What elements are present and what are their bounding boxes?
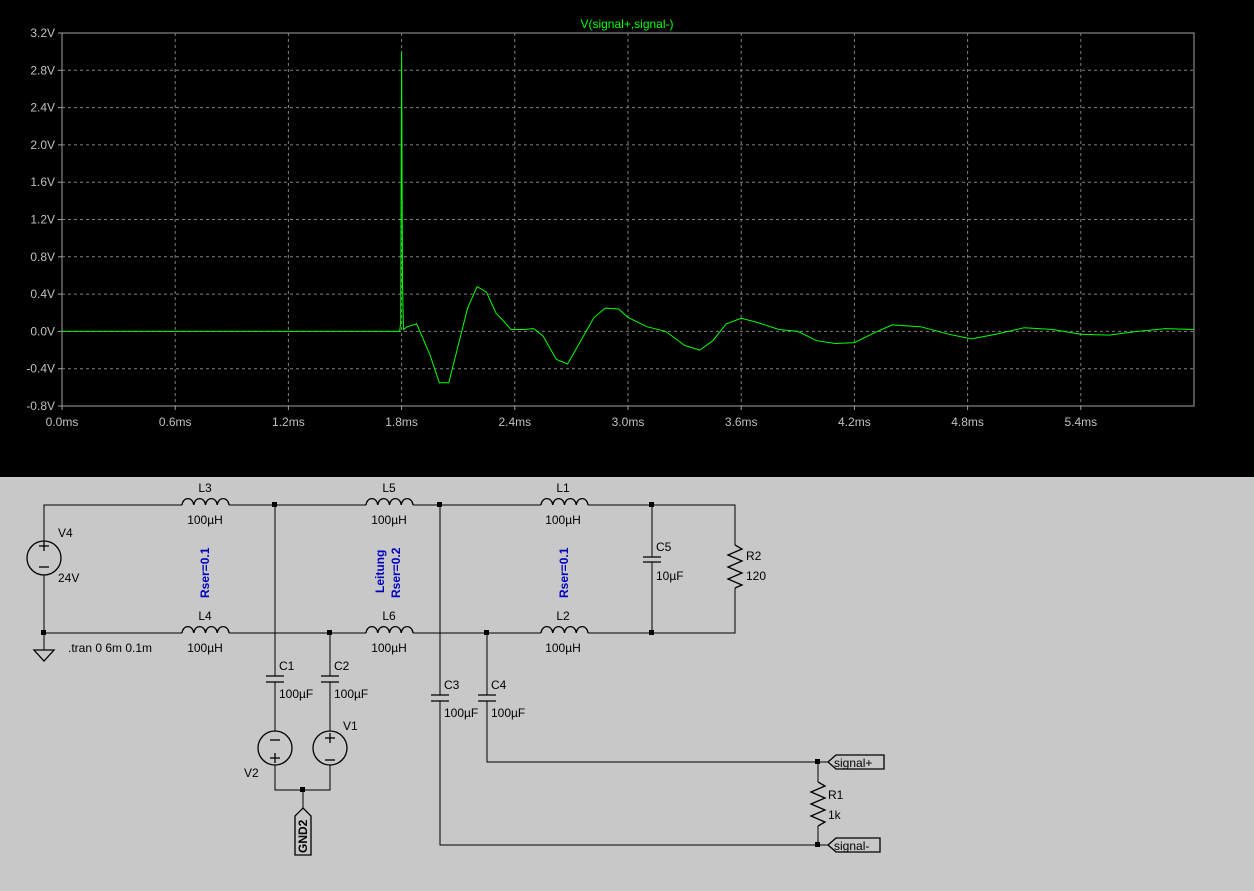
trace-title[interactable]: V(signal+,signal-) (580, 17, 673, 31)
y-tick-label: 0.4V (30, 287, 55, 301)
label-C4: C4 (491, 678, 507, 692)
ground-symbol[interactable] (32, 649, 56, 662)
value-C4: 100µF (491, 706, 525, 720)
voltage-source-V1[interactable]: V1 (312, 719, 358, 766)
label-L4: L4 (198, 609, 212, 623)
y-tick-label: 2.8V (30, 63, 55, 77)
label-L6: L6 (382, 609, 396, 623)
inductor-L5[interactable]: L5 100µH (365, 481, 414, 527)
value-L5: 100µH (371, 513, 407, 527)
label-C3: C3 (444, 678, 460, 692)
inductor-L3[interactable]: L3 100µH (181, 481, 230, 527)
x-tick-label: 3.6ms (725, 415, 758, 429)
value-R1: 1k (828, 808, 842, 822)
y-tick-label: 0.8V (30, 250, 55, 264)
net-label-signal-minus[interactable]: signal- (827, 837, 881, 853)
signal-minus-text: signal- (834, 839, 869, 853)
capacitor-C3[interactable]: C3 100µF (431, 678, 478, 720)
gnd2-text: GND2 (296, 819, 310, 853)
inductor-L6[interactable]: L6 100µH (365, 609, 414, 655)
resistor-R1[interactable]: R1 1k (809, 781, 844, 827)
junctions (41, 502, 820, 847)
leitung-annotation[interactable]: Leitung (373, 550, 387, 593)
x-tick-label: 4.2ms (838, 415, 871, 429)
label-R1: R1 (828, 788, 844, 802)
label-L1: L1 (556, 481, 570, 495)
x-tick-label: 3.0ms (612, 415, 645, 429)
x-tick-label: 1.8ms (385, 415, 418, 429)
capacitor-C5[interactable]: C5 10µF (643, 540, 684, 583)
label-V1: V1 (343, 719, 358, 733)
label-C5: C5 (656, 540, 672, 554)
value-L3: 100µH (187, 513, 223, 527)
value-L1: 100µH (545, 513, 581, 527)
label-L2: L2 (556, 609, 570, 623)
label-R2: R2 (746, 549, 762, 563)
schematic-editor[interactable]: L3 100µH L5 100µH L1 100µH L4 100µH L6 1… (0, 477, 1254, 891)
x-tick-label: 0.0ms (46, 415, 79, 429)
label-C1: C1 (279, 659, 295, 673)
y-tick-label: 3.2V (30, 26, 55, 40)
rser-annotation-1[interactable]: Rser=0.1 (198, 547, 212, 598)
resistor-R2[interactable]: R2 120 (726, 544, 766, 589)
grid (62, 33, 1194, 406)
y-tick-label: 0.0V (30, 324, 55, 338)
label-L3: L3 (198, 481, 212, 495)
tran-directive[interactable]: .tran 0 6m 0.1m (68, 641, 152, 655)
y-tick-label: 2.0V (30, 138, 55, 152)
rser-annotation-2[interactable]: Rser=0.2 (389, 547, 403, 598)
value-C1: 100µF (279, 687, 313, 701)
net-label-gnd2[interactable]: GND2 (294, 807, 312, 856)
value-V4: 24V (58, 571, 79, 585)
value-L6: 100µH (371, 641, 407, 655)
x-tick-label: 2.4ms (498, 415, 531, 429)
y-tick-label: -0.8V (26, 399, 55, 413)
x-axis-ticks: 0.0ms 0.6ms 1.2ms 1.8ms 2.4ms 3.0ms 3.6ms 4.2ms… (46, 406, 1097, 429)
y-tick-label: 2.4V (30, 101, 55, 115)
schematic-canvas[interactable]: L3 100µH L5 100µH L1 100µH L4 100µH L6 1… (0, 477, 1254, 891)
wires (43, 504, 828, 846)
x-tick-label: 0.6ms (159, 415, 192, 429)
value-C3: 100µF (444, 706, 478, 720)
voltage-source-V2[interactable]: V2 (244, 730, 293, 780)
value-R2: 120 (746, 569, 766, 583)
net-label-signal-plus[interactable]: signal+ (827, 754, 885, 770)
signal-plus-text: signal+ (834, 756, 872, 770)
y-tick-label: 1.2V (30, 213, 55, 227)
label-V2: V2 (244, 766, 259, 780)
label-C2: C2 (334, 659, 350, 673)
x-tick-label: 5.4ms (1064, 415, 1097, 429)
capacitor-C1[interactable]: C1 100µF (266, 659, 313, 701)
inductor-L2[interactable]: L2 100µH (540, 609, 589, 655)
label-L5: L5 (382, 481, 396, 495)
y-tick-label: -0.4V (26, 362, 55, 376)
label-V4: V4 (58, 526, 73, 540)
y-axis-ticks: 3.2V 2.8V 2.4V 2.0V 1.6V 1.2V 0.8V 0.4V 0.0V -0.4… (26, 26, 62, 413)
x-tick-label: 4.8ms (951, 415, 984, 429)
value-C2: 100µF (334, 687, 368, 701)
waveform-viewer[interactable]: V(signal+,signal-) 3.2V 2.8V 2.4V 2.0V 1.6V 1… (0, 0, 1254, 477)
y-tick-label: 1.6V (30, 175, 55, 189)
value-L4: 100µH (187, 641, 223, 655)
inductor-L4[interactable]: L4 100µH (181, 609, 230, 655)
voltage-source-V4[interactable]: V4 24V (26, 526, 79, 585)
waveform-plot[interactable]: V(signal+,signal-) 3.2V 2.8V 2.4V 2.0V 1.6V 1… (0, 0, 1254, 477)
capacitor-C2[interactable]: C2 100µF (321, 659, 368, 701)
value-C5: 10µF (656, 569, 684, 583)
rser-annotation-3[interactable]: Rser=0.1 (557, 547, 571, 598)
value-L2: 100µH (545, 641, 581, 655)
x-tick-label: 1.2ms (272, 415, 305, 429)
inductor-L1[interactable]: L1 100µH (540, 481, 589, 527)
capacitor-C4[interactable]: C4 100µF (478, 678, 525, 720)
